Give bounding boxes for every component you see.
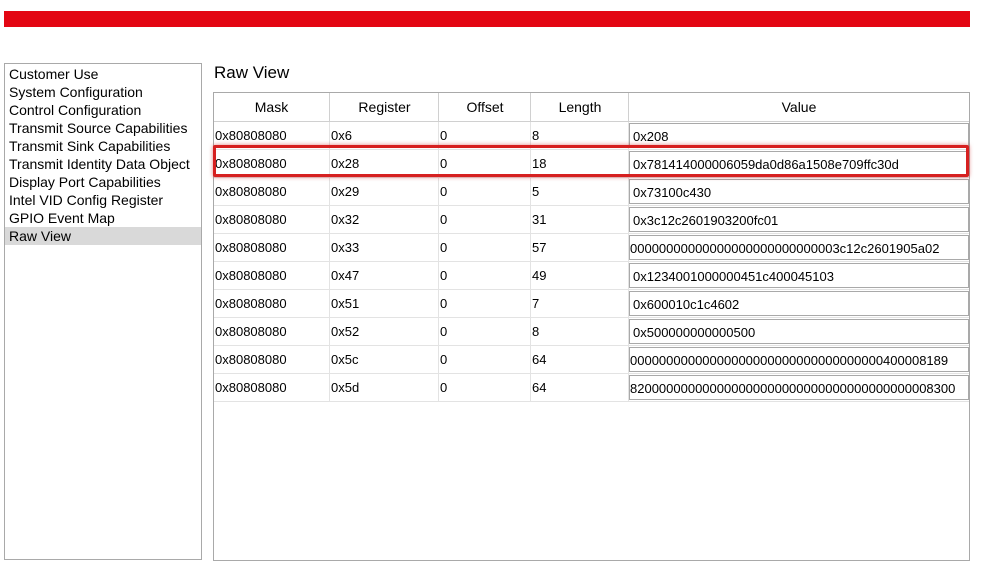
value-field[interactable]: 00000000000000000000000000003c12c2601905…: [629, 235, 969, 260]
table-header: Mask Register Offset Length Value: [214, 93, 969, 122]
length-cell: 7: [531, 290, 629, 317]
offset-cell: 0: [439, 374, 531, 401]
value-field[interactable]: 0x781414000006059da0d86a1508e709ffc30d: [629, 151, 969, 176]
sidebar-item-transmit-sink-capabilities[interactable]: Transmit Sink Capabilities: [5, 137, 201, 155]
value-field[interactable]: 0x500000000000500: [629, 319, 969, 344]
register-cell: 0x28: [330, 150, 439, 177]
column-header-length[interactable]: Length: [531, 93, 629, 121]
value-field[interactable]: 0x208: [629, 123, 969, 148]
length-cell: 57: [531, 234, 629, 261]
value-field[interactable]: 8200000000000000000000000000000000000000…: [629, 375, 969, 400]
sidebar-item-customer-use[interactable]: Customer Use: [5, 65, 201, 83]
sidebar-item-transmit-source-capabilities[interactable]: Transmit Source Capabilities: [5, 119, 201, 137]
brand-bar: [4, 11, 970, 27]
table-row[interactable]: 0x80808080 0x29 0 5 0x73100c430: [214, 178, 969, 206]
offset-cell: 0: [439, 234, 531, 261]
table-row[interactable]: 0x80808080 0x47 0 49 0x1234001000000451c4000…: [214, 262, 969, 290]
register-cell: 0x33: [330, 234, 439, 261]
mask-cell: 0x80808080: [214, 150, 330, 177]
length-cell: 5: [531, 178, 629, 205]
mask-cell: 0x80808080: [214, 318, 330, 345]
value-field[interactable]: 0x1234001000000451c400045103: [629, 263, 969, 288]
register-cell: 0x47: [330, 262, 439, 289]
mask-cell: 0x80808080: [214, 178, 330, 205]
length-cell: 64: [531, 346, 629, 373]
mask-cell: 0x80808080: [214, 234, 330, 261]
raw-view-table: Mask Register Offset Length Value 0x8080…: [213, 92, 970, 561]
value-field[interactable]: 0x73100c430: [629, 179, 969, 204]
sidebar-nav: Customer Use System Configuration Control …: [4, 63, 202, 560]
register-cell: 0x51: [330, 290, 439, 317]
table-row[interactable]: 0x80808080 0x5d 0 64 82000000000000000000000…: [214, 374, 969, 402]
offset-cell: 0: [439, 122, 531, 149]
register-cell: 0x29: [330, 178, 439, 205]
value-field[interactable]: 0x600010c1c4602: [629, 291, 969, 316]
table-row[interactable]: 0x80808080 0x32 0 31 0x3c12c2601903200fc01: [214, 206, 969, 234]
value-field[interactable]: 0000000000000000000000000000000000040000…: [629, 347, 969, 372]
register-cell: 0x6: [330, 122, 439, 149]
offset-cell: 0: [439, 346, 531, 373]
length-cell: 8: [531, 318, 629, 345]
column-header-offset[interactable]: Offset: [439, 93, 531, 121]
table-row[interactable]: 0x80808080 0x51 0 7 0x600010c1c4602: [214, 290, 969, 318]
register-cell: 0x32: [330, 206, 439, 233]
sidebar-item-intel-vid-config-register[interactable]: Intel VID Config Register: [5, 191, 201, 209]
mask-cell: 0x80808080: [214, 262, 330, 289]
table-row[interactable]: 0x80808080 0x6 0 8 0x208: [214, 122, 969, 150]
offset-cell: 0: [439, 318, 531, 345]
mask-cell: 0x80808080: [214, 374, 330, 401]
sidebar-item-raw-view[interactable]: Raw View: [5, 227, 201, 245]
mask-cell: 0x80808080: [214, 346, 330, 373]
sidebar-item-control-configuration[interactable]: Control Configuration: [5, 101, 201, 119]
length-cell: 18: [531, 150, 629, 177]
table-row[interactable]: 0x80808080 0x5c 0 64 00000000000000000000000…: [214, 346, 969, 374]
column-header-mask[interactable]: Mask: [214, 93, 330, 121]
offset-cell: 0: [439, 206, 531, 233]
length-cell: 8: [531, 122, 629, 149]
sidebar-item-gpio-event-map[interactable]: GPIO Event Map: [5, 209, 201, 227]
mask-cell: 0x80808080: [214, 206, 330, 233]
offset-cell: 0: [439, 150, 531, 177]
length-cell: 31: [531, 206, 629, 233]
column-header-register[interactable]: Register: [330, 93, 439, 121]
offset-cell: 0: [439, 262, 531, 289]
value-field[interactable]: 0x3c12c2601903200fc01: [629, 207, 969, 232]
page-title: Raw View: [214, 63, 290, 82]
sidebar-item-transmit-identity-data-object[interactable]: Transmit Identity Data Object: [5, 155, 201, 173]
offset-cell: 0: [439, 290, 531, 317]
register-cell: 0x5c: [330, 346, 439, 373]
mask-cell: 0x80808080: [214, 290, 330, 317]
register-cell: 0x52: [330, 318, 439, 345]
length-cell: 64: [531, 374, 629, 401]
register-cell: 0x5d: [330, 374, 439, 401]
length-cell: 49: [531, 262, 629, 289]
sidebar-item-system-configuration[interactable]: System Configuration: [5, 83, 201, 101]
column-header-value[interactable]: Value: [629, 93, 969, 121]
table-row[interactable]: 0x80808080 0x52 0 8 0x500000000000500: [214, 318, 969, 346]
table-row[interactable]: 0x80808080 0x28 0 18 0x781414000006059da0d86…: [214, 150, 969, 178]
mask-cell: 0x80808080: [214, 122, 330, 149]
table-row[interactable]: 0x80808080 0x33 0 57 00000000000000000000000…: [214, 234, 969, 262]
sidebar-item-display-port-capabilities[interactable]: Display Port Capabilities: [5, 173, 201, 191]
offset-cell: 0: [439, 178, 531, 205]
